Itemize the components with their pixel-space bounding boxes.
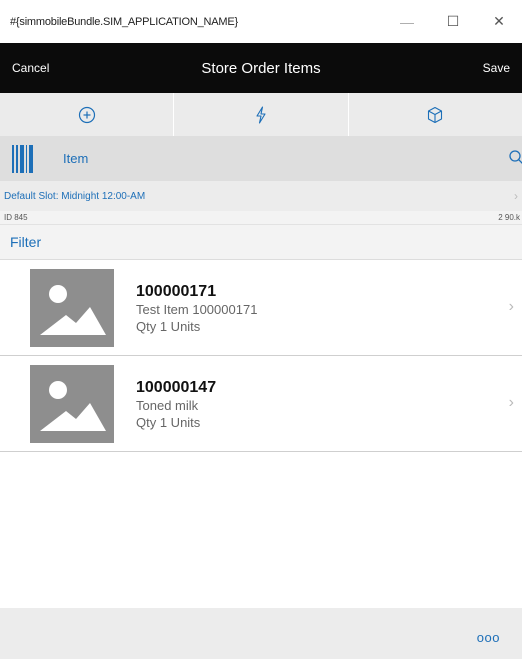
chevron-right-icon: › bbox=[508, 394, 514, 411]
default-slot-text: Default Slot: Midnight 12:00-AM bbox=[4, 190, 146, 202]
item-description: Test Item 100000171 bbox=[136, 301, 258, 317]
package-icon bbox=[428, 106, 443, 123]
more-options-button[interactable]: ooo bbox=[477, 630, 500, 645]
tab-quick-action[interactable] bbox=[174, 93, 349, 136]
info-right-text: 2 90.k bbox=[498, 213, 520, 222]
item-details: 100000147 Toned milk Qty 1 Units bbox=[136, 379, 216, 431]
barcode-scan-icon[interactable] bbox=[12, 144, 33, 173]
window-controls: — ☐ ✕ bbox=[384, 0, 522, 43]
tab-package[interactable] bbox=[349, 93, 522, 136]
maximize-button[interactable]: ☐ bbox=[430, 0, 476, 43]
close-button[interactable]: ✕ bbox=[476, 0, 522, 43]
filter-row: Filter bbox=[0, 225, 522, 260]
item-search-label[interactable]: Item bbox=[63, 151, 510, 166]
cancel-button[interactable]: Cancel bbox=[12, 43, 49, 93]
item-details: 100000171 Test Item 100000171 Qty 1 Unit… bbox=[136, 283, 257, 335]
info-row: ID 845 2 90.k bbox=[0, 211, 522, 225]
app-header: Cancel Store Order Items Save bbox=[0, 43, 522, 93]
search-icon[interactable] bbox=[508, 149, 522, 165]
chevron-right-icon: › bbox=[514, 189, 518, 203]
save-button[interactable]: Save bbox=[483, 43, 510, 93]
footer-bar: ooo bbox=[0, 608, 522, 659]
tab-add[interactable] bbox=[0, 93, 175, 136]
filter-link[interactable]: Filter bbox=[10, 234, 41, 250]
lightning-icon bbox=[256, 105, 266, 124]
window-titlebar: #{simmobileBundle.SIM_APPLICATION_NAME} … bbox=[0, 0, 522, 43]
window-title: #{simmobileBundle.SIM_APPLICATION_NAME} bbox=[10, 15, 238, 28]
item-search-bar[interactable]: Item bbox=[0, 136, 522, 181]
item-id: 100000171 bbox=[136, 282, 217, 300]
item-thumbnail bbox=[30, 268, 114, 347]
item-quantity: Qty 1 Units bbox=[136, 414, 201, 430]
list-item[interactable]: 100000171 Test Item 100000171 Qty 1 Unit… bbox=[0, 260, 522, 356]
action-tabbar bbox=[0, 93, 522, 136]
chevron-right-icon: › bbox=[508, 298, 514, 315]
list-item[interactable]: 100000147 Toned milk Qty 1 Units › bbox=[0, 356, 522, 452]
app-window: #{simmobileBundle.SIM_APPLICATION_NAME} … bbox=[0, 0, 522, 659]
item-description: Toned milk bbox=[136, 397, 199, 413]
info-id-text: ID 845 bbox=[4, 213, 28, 222]
image-placeholder-icon bbox=[40, 284, 106, 335]
image-placeholder-icon bbox=[40, 380, 106, 431]
item-quantity: Qty 1 Units bbox=[136, 318, 201, 334]
item-id: 100000147 bbox=[136, 378, 217, 396]
page-title: Store Order Items bbox=[201, 59, 321, 77]
default-slot-row[interactable]: Default Slot: Midnight 12:00-AM › bbox=[0, 181, 522, 211]
item-thumbnail bbox=[30, 364, 114, 443]
add-circle-icon bbox=[78, 106, 95, 123]
items-list: 100000171 Test Item 100000171 Qty 1 Unit… bbox=[0, 260, 522, 452]
minimize-button[interactable]: — bbox=[384, 0, 430, 43]
